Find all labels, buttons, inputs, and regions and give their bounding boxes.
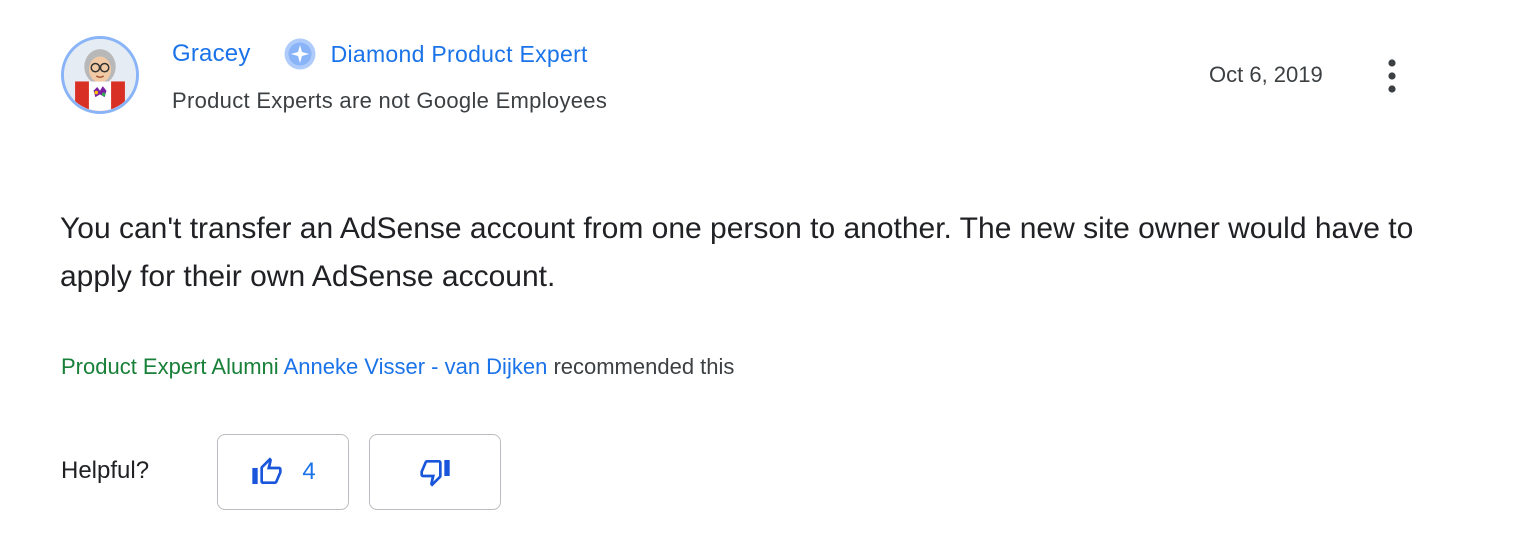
recommender-badge: Product Expert Alumni (61, 354, 279, 379)
more-options-button[interactable] (1375, 56, 1409, 96)
answer-body: You can't transfer an AdSense account fr… (60, 212, 1414, 293)
upvote-button[interactable]: 4 (217, 434, 349, 510)
thumb-up-icon (252, 457, 282, 484)
recommendation-text: recommended this (553, 354, 735, 379)
recommender-name[interactable]: Anneke Visser - van Dijken (284, 354, 548, 379)
avatar[interactable] (61, 36, 139, 114)
more-vert-icon (1388, 59, 1396, 93)
helpful-label: Helpful? (61, 457, 150, 484)
author-name[interactable]: Gracey (172, 40, 251, 68)
author-line: Gracey Diamond Product Expert (172, 38, 588, 70)
avatar-image (64, 39, 136, 111)
upvote-count: 4 (302, 458, 316, 485)
diamond-badge-icon (283, 37, 317, 71)
thumb-down-icon (420, 460, 450, 487)
post-date: Oct 6, 2019 (1209, 62, 1323, 87)
downvote-button[interactable] (369, 434, 501, 510)
author-badge-label[interactable]: Diamond Product Expert (331, 41, 588, 68)
expert-disclaimer: Product Experts are not Google Employees (172, 88, 608, 113)
recommendation-line: Product Expert Alumni Anneke Visser - va… (61, 354, 734, 380)
